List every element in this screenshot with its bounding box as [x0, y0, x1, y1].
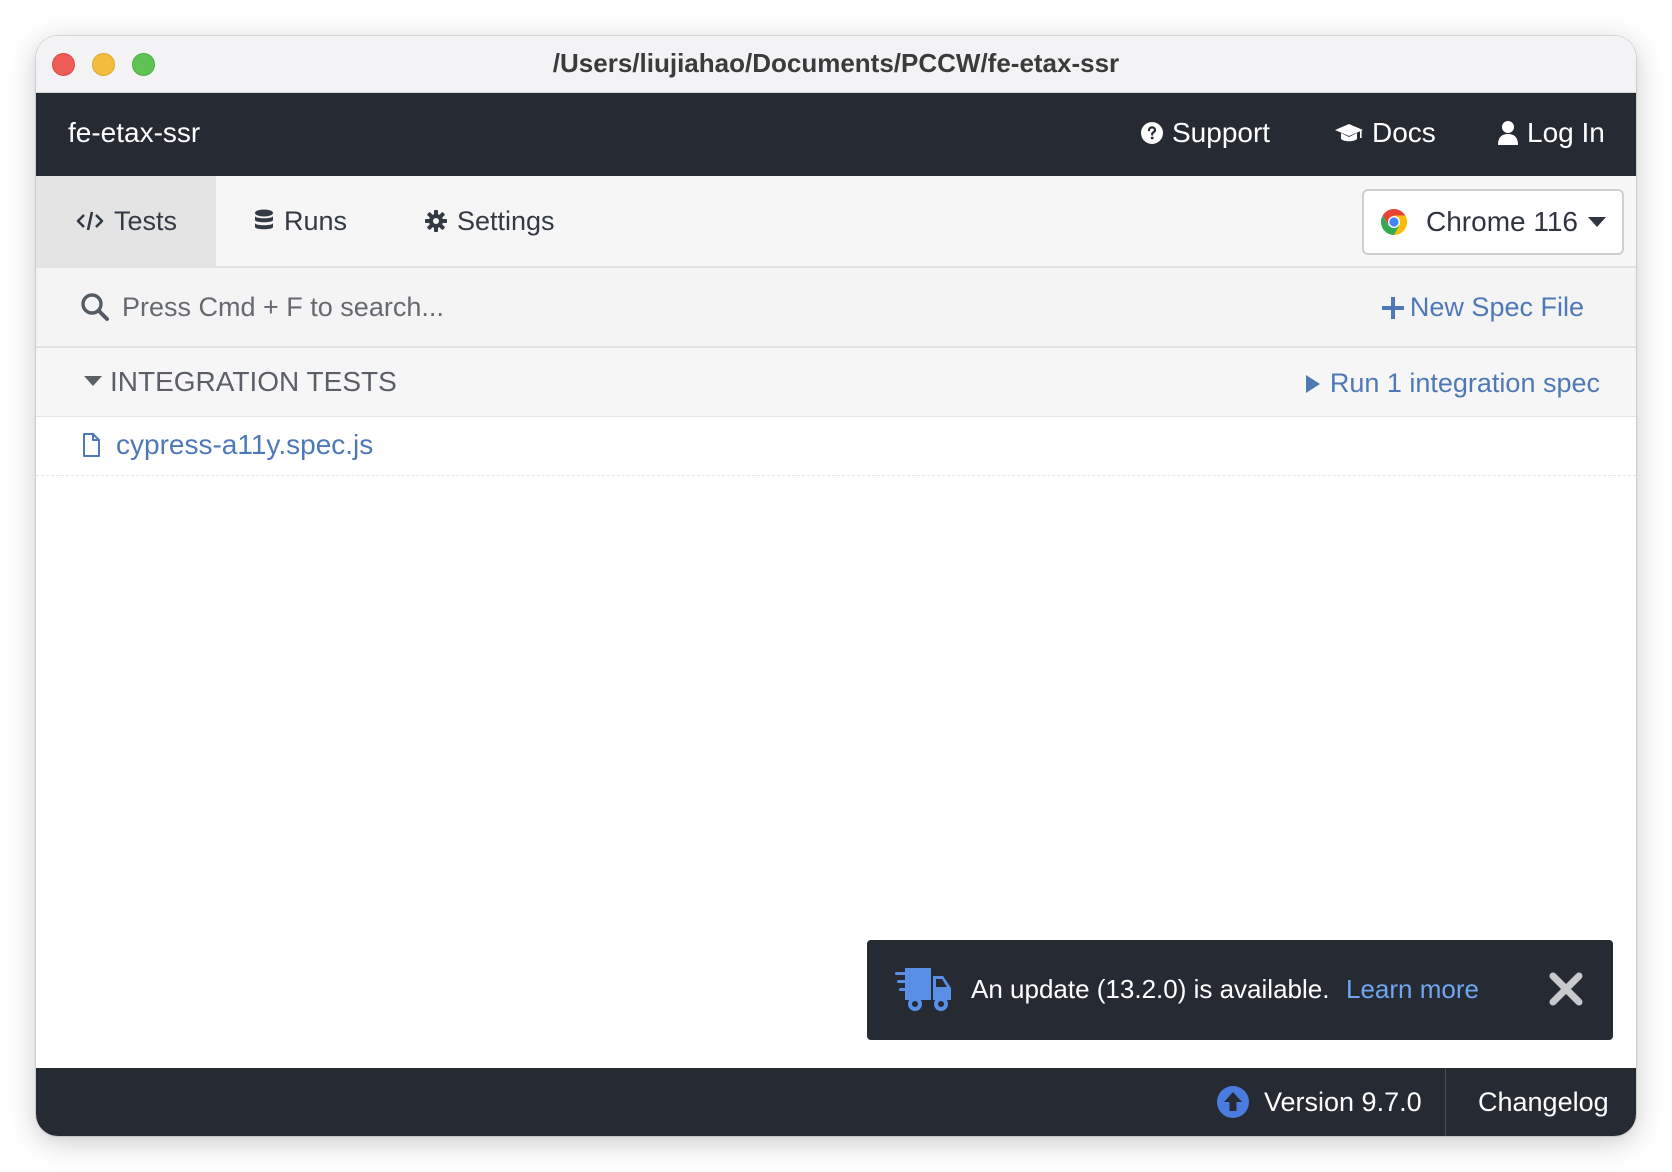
docs-link[interactable]: Docs [1334, 117, 1436, 149]
tab-runs-label: Runs [284, 205, 348, 236]
integration-tests-title: INTEGRATION TESTS [110, 366, 397, 397]
docs-label: Docs [1372, 117, 1436, 148]
search-input[interactable] [120, 288, 724, 326]
footer-divider [1445, 1068, 1446, 1136]
version-button[interactable]: Version 9.7.0 [1216, 1068, 1422, 1136]
play-icon [1305, 374, 1320, 393]
project-name: fe-etax-ssr [68, 117, 201, 148]
browser-select-label: Chrome 116 [1426, 206, 1579, 237]
tab-bar: Tests Runs Settings Chrome 116 [36, 176, 1636, 268]
app-window: /Users/liujiahao/Documents/PCCW/fe-etax-… [36, 36, 1636, 1136]
learn-more-link[interactable]: Learn more [1346, 974, 1479, 1005]
plus-icon [1381, 296, 1404, 319]
top-nav: fe-etax-ssr Support Docs Log In [36, 93, 1636, 176]
changelog-link[interactable]: Changelog [1478, 1087, 1609, 1118]
run-integration-specs-button[interactable]: Run 1 integration spec [1305, 368, 1600, 399]
run-integration-specs-label: Run 1 integration spec [1329, 368, 1600, 398]
new-spec-file-label: New Spec File [1409, 292, 1584, 322]
tab-tests-label: Tests [114, 205, 178, 236]
support-link[interactable]: Support [1140, 117, 1270, 149]
login-label: Log In [1527, 117, 1605, 148]
footer-bar: Version 9.7.0 Changelog [36, 1068, 1636, 1136]
caret-down-icon [84, 376, 102, 386]
browser-select[interactable]: Chrome 116 [1362, 189, 1624, 255]
tab-settings[interactable]: Settings [425, 176, 555, 266]
integration-tests-header[interactable]: INTEGRATION TESTS Run 1 integration spec [36, 348, 1636, 417]
new-spec-file-button[interactable]: New Spec File [1381, 292, 1584, 323]
graduation-cap-icon [1335, 124, 1363, 142]
search-icon [81, 293, 109, 321]
spec-file-row[interactable]: cypress-a11y.spec.js [36, 417, 1636, 476]
close-icon[interactable] [1549, 972, 1583, 1006]
title-bar: /Users/liujiahao/Documents/PCCW/fe-etax-… [36, 36, 1636, 93]
support-label: Support [1172, 117, 1271, 148]
file-icon [83, 433, 100, 457]
spec-file-name: cypress-a11y.spec.js [116, 429, 374, 460]
arrow-circle-up-icon [1217, 1086, 1249, 1118]
tab-tests[interactable]: Tests [36, 176, 216, 266]
update-banner: An update (13.2.0) is available. Learn m… [867, 940, 1613, 1040]
truck-icon [895, 968, 951, 1011]
question-circle-icon [1141, 122, 1163, 144]
version-label: Version 9.7.0 [1264, 1086, 1422, 1117]
tab-settings-label: Settings [457, 205, 555, 236]
login-link[interactable]: Log In [1497, 117, 1605, 149]
database-icon [255, 209, 273, 230]
code-icon [76, 211, 104, 231]
caret-down-icon [1588, 217, 1607, 227]
update-message: An update (13.2.0) is available. [971, 974, 1330, 1004]
chrome-icon [1380, 208, 1408, 236]
user-icon [1498, 121, 1518, 145]
window-title: /Users/liujiahao/Documents/PCCW/fe-etax-… [552, 48, 1120, 78]
gear-icon [425, 210, 447, 232]
tab-runs[interactable]: Runs [254, 176, 347, 266]
search-bar: New Spec File [36, 268, 1636, 348]
